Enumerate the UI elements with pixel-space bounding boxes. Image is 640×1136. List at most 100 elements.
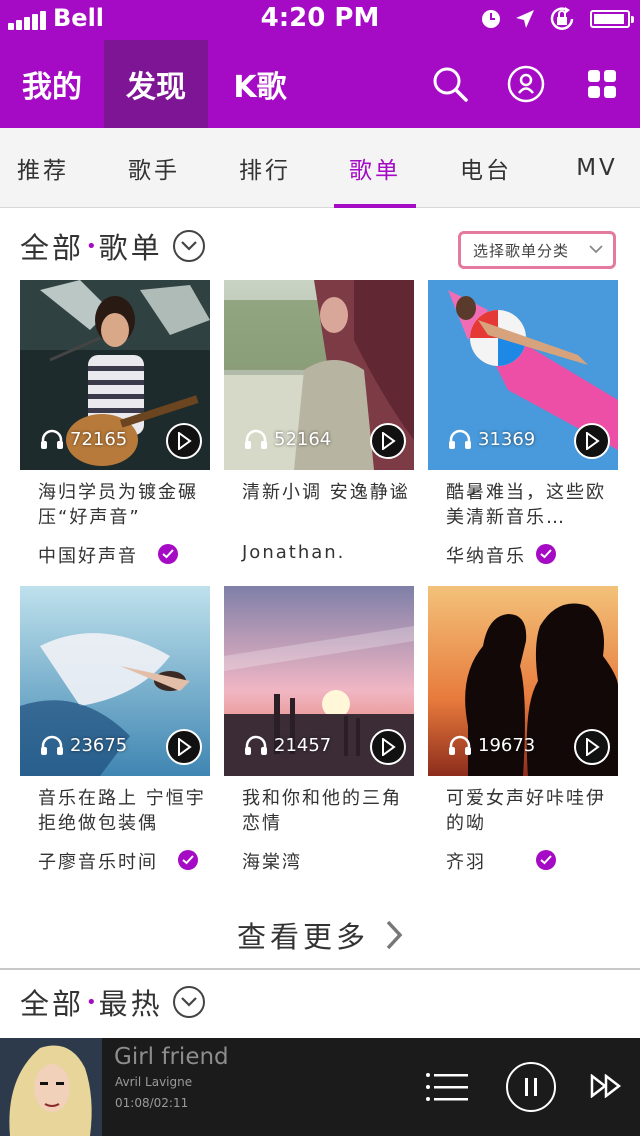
playlist-card[interactable]: 31369 酷暑难当，这些欧美清新音乐… 华纳音乐 xyxy=(428,280,618,570)
section-header-playlists: 全部 • 歌单 xyxy=(20,226,205,266)
next-track-button[interactable] xyxy=(590,1073,622,1102)
playlist-author[interactable]: 中国好声音 xyxy=(38,542,138,568)
play-count: 21457 xyxy=(244,734,331,756)
category-tabs: 推荐 歌手 排行 歌单 电台 MV xyxy=(0,128,640,208)
expand-section-button[interactable] xyxy=(172,986,205,1018)
headphones-icon xyxy=(40,734,64,756)
expand-section-button[interactable] xyxy=(172,230,205,262)
playlist-author[interactable]: 华纳音乐 xyxy=(446,542,526,568)
battery-icon xyxy=(590,10,634,28)
tab-recommend[interactable]: 推荐 xyxy=(0,128,98,208)
rotation-lock-icon xyxy=(550,7,574,30)
play-icon xyxy=(382,432,396,450)
headphones-icon xyxy=(448,428,472,450)
playlist-card[interactable]: 52164 清新小调 安逸静谧 Jonathan. xyxy=(224,280,414,570)
album-cover[interactable] xyxy=(0,1038,102,1136)
playlist-title[interactable]: 海归学员为镀金碾压“好声音” xyxy=(38,480,206,530)
playlist-card[interactable]: 23675 音乐在路上 宁恒宇拒绝做包装偶 子廖音乐时间 xyxy=(20,586,210,876)
view-more-label: 查看更多 xyxy=(236,920,369,954)
playlist-cover[interactable]: 19673 xyxy=(428,586,618,776)
headphones-icon xyxy=(244,734,268,756)
list-icon xyxy=(426,1073,468,1101)
song-title: Girl friend xyxy=(114,1044,229,1070)
chevron-down-icon xyxy=(589,245,603,254)
section-title-all: 全部 xyxy=(20,231,85,265)
play-button[interactable] xyxy=(370,423,406,459)
play-button[interactable] xyxy=(574,729,610,765)
verified-badge xyxy=(178,850,198,870)
playlist-card[interactable]: 21457 我和你和他的三角恋情 海棠湾 xyxy=(224,586,414,876)
chevron-down-icon xyxy=(180,997,197,1007)
playlist-card[interactable]: 19673 可爱女声好咔哇伊的呦 齐羽 xyxy=(428,586,618,876)
verified-badge xyxy=(536,544,556,564)
playlist-cover[interactable]: 52164 xyxy=(224,280,414,470)
section-title-hot: 最热 xyxy=(98,987,163,1021)
search-button[interactable] xyxy=(412,40,488,128)
play-count: 23675 xyxy=(40,734,127,756)
headphones-icon xyxy=(244,428,268,450)
tab-mine[interactable]: 我的 xyxy=(0,40,104,128)
playlist-title[interactable]: 酷暑难当，这些欧美清新音乐… xyxy=(446,480,614,530)
song-artist: Avril Lavigne xyxy=(115,1075,193,1089)
playlist-cover[interactable]: 21457 xyxy=(224,586,414,776)
playlist-title[interactable]: 音乐在路上 宁恒宇拒绝做包装偶 xyxy=(38,786,206,836)
play-count: 52164 xyxy=(244,428,331,450)
playlist-cover[interactable]: 31369 xyxy=(428,280,618,470)
check-icon xyxy=(540,549,552,559)
play-button[interactable] xyxy=(370,729,406,765)
section-divider xyxy=(0,968,640,970)
tab-radio[interactable]: 电台 xyxy=(431,128,541,208)
headphones-icon xyxy=(40,428,64,450)
headphones-icon xyxy=(448,734,472,756)
playlist-author[interactable]: 子廖音乐时间 xyxy=(38,848,158,874)
section-title-all: 全部 xyxy=(20,987,85,1021)
check-icon xyxy=(182,855,194,865)
user-button[interactable] xyxy=(488,40,564,128)
tab-discover[interactable]: 发现 xyxy=(104,40,208,128)
play-icon xyxy=(178,738,192,756)
chevron-down-icon xyxy=(180,241,197,251)
location-arrow-icon xyxy=(516,10,534,28)
category-select[interactable]: 选择歌单分类 xyxy=(458,231,616,269)
playlist-title[interactable]: 清新小调 安逸静谧 xyxy=(242,480,410,505)
category-select-label: 选择歌单分类 xyxy=(473,241,570,260)
grid-menu-button[interactable] xyxy=(564,40,640,128)
play-count: 31369 xyxy=(448,428,535,450)
playlist-title[interactable]: 可爱女声好咔哇伊的呦 xyxy=(446,786,614,836)
status-bar: Bell 4:20 PM xyxy=(0,0,640,40)
playlist-author[interactable]: Jonathan. xyxy=(242,542,345,563)
playlist-author[interactable]: 齐羽 xyxy=(446,848,486,874)
playlist-title[interactable]: 我和你和他的三角恋情 xyxy=(242,786,410,836)
verified-badge xyxy=(536,850,556,870)
check-icon xyxy=(162,549,174,559)
grid-icon xyxy=(588,70,616,98)
tab-charts[interactable]: 排行 xyxy=(210,128,320,208)
search-icon xyxy=(433,67,468,102)
play-icon xyxy=(178,432,192,450)
check-icon xyxy=(540,855,552,865)
chevron-right-icon xyxy=(386,920,403,950)
playlist-queue-button[interactable] xyxy=(424,1072,470,1106)
tab-mv[interactable]: MV xyxy=(542,128,640,208)
fast-forward-icon xyxy=(590,1073,622,1099)
play-button[interactable] xyxy=(574,423,610,459)
view-more-button[interactable]: 查看更多 xyxy=(0,910,640,960)
section-header-hot: 全部 • 最热 xyxy=(20,982,205,1022)
play-button[interactable] xyxy=(166,423,202,459)
playlist-author[interactable]: 海棠湾 xyxy=(242,848,302,874)
tab-singers[interactable]: 歌手 xyxy=(99,128,209,208)
section-title-playlists: 歌单 xyxy=(98,231,163,265)
top-bar: Bell 4:20 PM 我的 发现 K歌 xyxy=(0,0,640,128)
mini-player[interactable]: Girl friend Avril Lavigne 01:08/02:11 xyxy=(0,1038,640,1136)
playlist-cover[interactable]: 72165 xyxy=(20,280,210,470)
tab-playlists[interactable]: 歌单 xyxy=(320,128,430,208)
pause-button[interactable] xyxy=(506,1062,556,1112)
playlist-card[interactable]: 72165 海归学员为镀金碾压“好声音” 中国好声音 xyxy=(20,280,210,570)
playlist-cover[interactable]: 23675 xyxy=(20,586,210,776)
play-icon xyxy=(586,432,600,450)
verified-badge xyxy=(158,544,178,564)
song-time: 01:08/02:11 xyxy=(115,1096,189,1110)
play-button[interactable] xyxy=(166,729,202,765)
tab-karaoke[interactable]: K歌 xyxy=(208,40,312,128)
pause-icon xyxy=(525,1078,537,1096)
